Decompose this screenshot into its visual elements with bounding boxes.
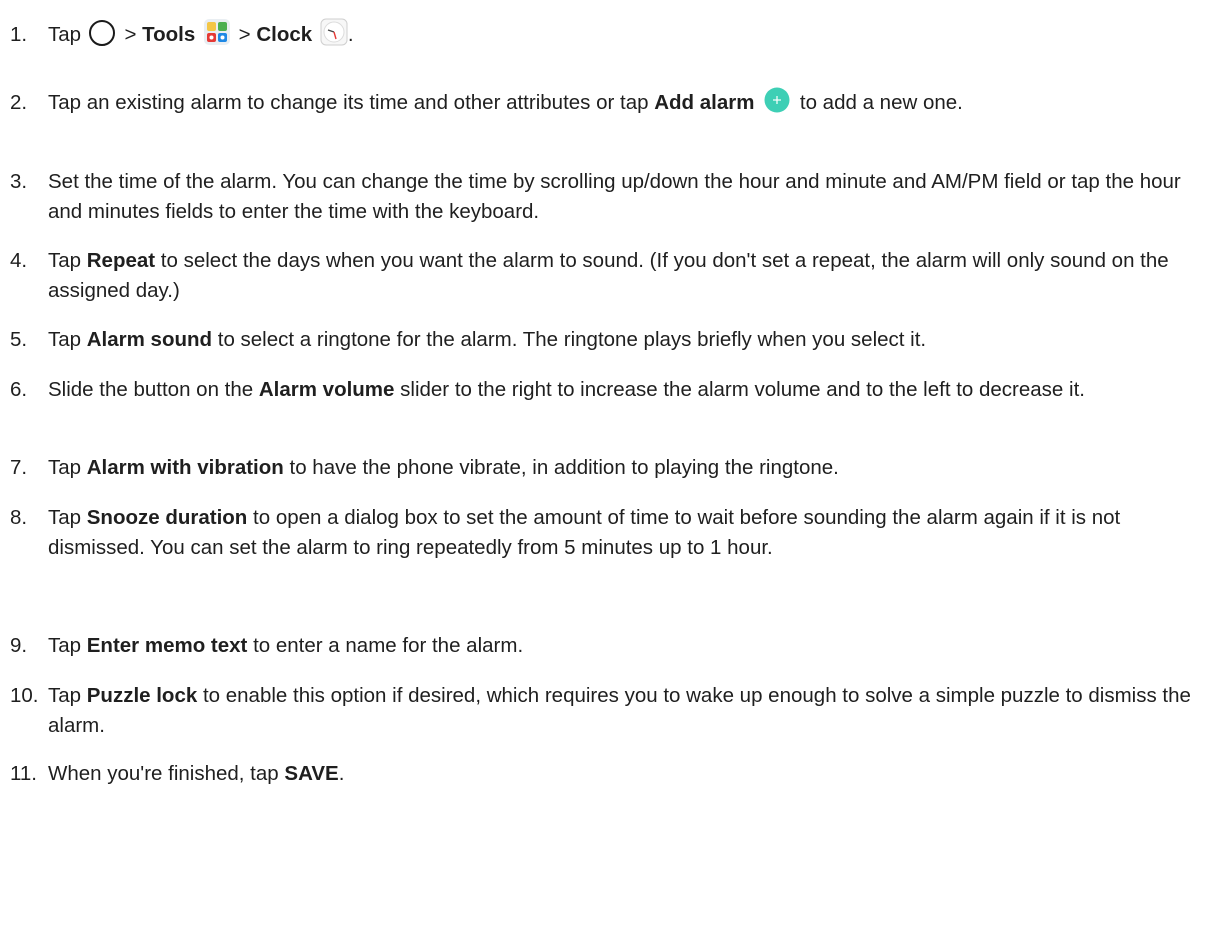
step-text-segment	[754, 91, 760, 114]
step-keyword: Alarm with vibration	[86, 456, 284, 479]
step-keyword: Alarm volume	[258, 378, 395, 401]
step-text-segment: slider to the right to increase the alar…	[394, 378, 1085, 401]
step-text: Tap > Tools > Clock .	[48, 18, 1200, 50]
step-text: When you're finished, tap SAVE.	[48, 759, 1200, 789]
step-text: Tap Repeat to select the days when you w…	[48, 246, 1200, 306]
step-text: Tap Puzzle lock to enable this option if…	[48, 681, 1200, 741]
step-keyword: Snooze duration	[86, 506, 248, 529]
step-text-segment: Tap	[48, 456, 87, 479]
step-text-segment: to select a ringtone for the alarm. The …	[212, 328, 927, 351]
step-text-segment: Tap	[48, 634, 87, 657]
step-text-segment: Tap	[48, 328, 87, 351]
step-text-segment	[195, 23, 201, 46]
step-keyword: SAVE	[284, 762, 339, 785]
step-text-segment: >	[232, 23, 257, 46]
home-icon	[88, 19, 115, 46]
step-text-segment	[312, 23, 318, 46]
step-text: Tap Alarm sound to select a ringtone for…	[48, 325, 1200, 355]
step-text-segment: Tap an existing alarm to change its time…	[48, 91, 655, 114]
step-text-segment: to enable this option if desired, which …	[48, 684, 1191, 737]
step-text-segment: >	[118, 23, 143, 46]
step-text-segment: .	[347, 23, 354, 46]
step-keyword: Puzzle lock	[86, 684, 198, 707]
step-text-segment: When you're finished, tap	[48, 762, 285, 785]
step-text-segment: to select the days when you want the ala…	[48, 249, 1169, 302]
tools-icon	[203, 18, 230, 45]
step-text: Set the time of the alarm. You can chang…	[48, 170, 1181, 223]
step-keyword: Alarm sound	[86, 328, 213, 351]
step-keyword: Clock	[256, 23, 313, 46]
step-text-segment: Tap	[48, 249, 87, 272]
step-text-segment: Tap	[48, 684, 87, 707]
step-text: Tap Enter memo text to enter a name for …	[48, 631, 1200, 661]
step-text-segment: Slide the button on the	[48, 378, 259, 401]
clock-icon	[320, 18, 348, 46]
step-text: Tap Snooze duration to open a dialog box…	[48, 503, 1200, 563]
step-text: Tap Alarm with vibration to have the pho…	[48, 453, 1200, 483]
add-icon	[764, 87, 790, 113]
step-text-segment: to add a new one.	[794, 91, 963, 114]
step-keyword: Repeat	[86, 249, 156, 272]
instruction-document: 1. Tap > Tools > Clock . 2. Tap an exist…	[0, 0, 1219, 928]
step-text-segment: Tap	[48, 23, 87, 46]
step-text-segment: to enter a name for the alarm.	[247, 634, 524, 657]
step-keyword: Tools	[142, 23, 196, 46]
step-text-segment: .	[338, 762, 345, 785]
step-keyword: Enter memo text	[86, 634, 248, 657]
step-keyword: Add alarm	[654, 91, 755, 114]
step-text: Slide the button on the Alarm volume sli…	[48, 375, 1200, 405]
step-text-segment: to have the phone vibrate, in addition t…	[283, 456, 839, 479]
step-text: Tap an existing alarm to change its time…	[48, 87, 1200, 118]
step-text-segment: Tap	[48, 506, 87, 529]
